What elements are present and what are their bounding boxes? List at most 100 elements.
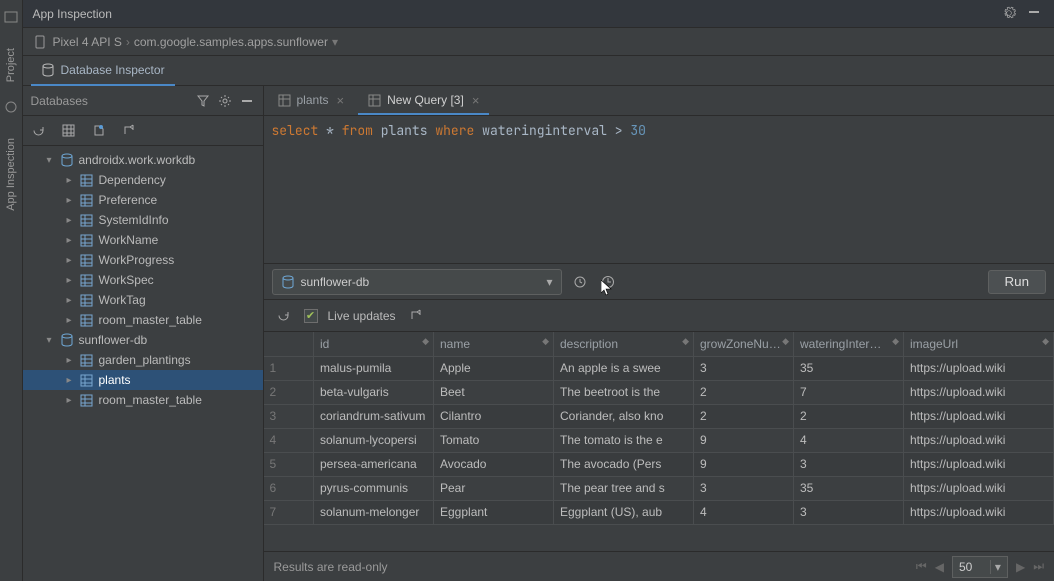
databases-sidebar: Databases ▾androidx.work.workdb▸Dependen…: [23, 86, 264, 581]
sidebar-header: Databases: [31, 94, 189, 108]
table-icon: [368, 94, 387, 107]
close-icon[interactable]: ×: [472, 93, 480, 108]
table-node[interactable]: ▸WorkProgress: [23, 250, 263, 270]
rail-inspection-label[interactable]: App Inspection: [5, 138, 17, 211]
db-node[interactable]: ▾androidx.work.workdb: [23, 150, 263, 170]
table-grid-icon[interactable]: [61, 123, 77, 139]
refresh-icon[interactable]: [31, 123, 47, 139]
sort-icon: ◆: [422, 336, 429, 347]
db-node[interactable]: ▾sunflower-db: [23, 330, 263, 350]
results-table: id◆name◆description◆growZoneNu…◆watering…: [264, 332, 1054, 525]
column-header[interactable]: description◆: [554, 332, 694, 356]
mouse-cursor-icon: [601, 280, 613, 296]
export-icon[interactable]: [121, 123, 137, 139]
column-header[interactable]: name◆: [434, 332, 554, 356]
inspection-icon[interactable]: [4, 100, 18, 114]
query-editor[interactable]: select * from plants where wateringinter…: [264, 116, 1054, 264]
table-row[interactable]: 2beta-vulgarisBeetThe beetroot is the27h…: [264, 380, 1054, 404]
minimize-icon[interactable]: [1028, 6, 1044, 22]
sort-icon: ◆: [892, 336, 899, 347]
column-header[interactable]: growZoneNu…◆: [694, 332, 794, 356]
editor-tab[interactable]: New Query [3]×: [358, 87, 489, 115]
table-icon: [79, 214, 95, 227]
refresh-icon[interactable]: [274, 306, 294, 326]
editor-tab[interactable]: plants×: [268, 87, 355, 115]
window-title: App Inspection: [33, 7, 993, 21]
table-node[interactable]: ▸WorkSpec: [23, 270, 263, 290]
status-text: Results are read-only: [274, 560, 916, 574]
breadcrumb-app: com.google.samples.apps.sunflower: [134, 35, 328, 49]
table-icon: [79, 234, 95, 247]
chevron-down-icon: ▾: [546, 275, 552, 289]
table-node[interactable]: ▸WorkName: [23, 230, 263, 250]
table-row[interactable]: 1malus-pumilaAppleAn apple is a swee335h…: [264, 356, 1054, 380]
table-icon: [79, 374, 95, 387]
gear-icon[interactable]: [217, 93, 233, 109]
database-icon: [59, 333, 75, 347]
table-node[interactable]: ▸plants: [23, 370, 263, 390]
table-row[interactable]: 5persea-americanaAvocadoThe avocado (Per…: [264, 452, 1054, 476]
filter-icon[interactable]: [195, 93, 211, 109]
table-node[interactable]: ▸room_master_table: [23, 310, 263, 330]
first-page-button[interactable]: ⏮: [916, 559, 927, 574]
schedule-icon[interactable]: [598, 272, 618, 292]
sort-icon: ◆: [542, 336, 549, 347]
sort-icon: ◆: [782, 336, 789, 347]
database-icon: [41, 63, 55, 77]
results-footer: Results are read-only ⏮ ◀ 50 ▾ ▶ ⏭: [264, 551, 1054, 581]
database-icon: [59, 153, 75, 167]
table-row[interactable]: 7solanum-melongerEggplantEggplant (US), …: [264, 500, 1054, 524]
table-icon: [79, 174, 95, 187]
breadcrumb[interactable]: Pixel 4 API S › com.google.samples.apps.…: [23, 28, 1054, 56]
page-size-select[interactable]: 50 ▾: [952, 556, 1008, 578]
table-node[interactable]: ▸room_master_table: [23, 390, 263, 410]
keep-open-icon[interactable]: [91, 123, 107, 139]
collapse-icon[interactable]: [239, 93, 255, 109]
column-header[interactable]: id◆: [314, 332, 434, 356]
content-pane: plants×New Query [3]× select * from plan…: [264, 86, 1054, 581]
column-header[interactable]: wateringInter…◆: [794, 332, 904, 356]
history-icon[interactable]: [570, 272, 590, 292]
table-icon: [79, 294, 95, 307]
sort-icon: ◆: [1042, 336, 1049, 347]
gear-icon[interactable]: [1002, 6, 1018, 22]
table-icon: [79, 194, 95, 207]
database-selector[interactable]: sunflower-db ▾: [272, 269, 562, 295]
tab-database-inspector[interactable]: Database Inspector: [31, 56, 175, 86]
table-icon: [79, 354, 95, 367]
table-row[interactable]: 3coriandrum-sativumCilantroCoriander, al…: [264, 404, 1054, 428]
table-icon: [79, 254, 95, 267]
next-page-button[interactable]: ▶: [1016, 560, 1025, 574]
table-row[interactable]: 6pyrus-communisPearThe pear tree and s33…: [264, 476, 1054, 500]
table-icon: [278, 94, 297, 107]
column-header[interactable]: imageUrl◆: [904, 332, 1054, 356]
device-icon: [33, 35, 47, 49]
run-button[interactable]: Run: [988, 270, 1046, 294]
tool-rail: Project App Inspection: [0, 0, 23, 581]
project-icon[interactable]: [4, 10, 18, 24]
prev-page-button[interactable]: ◀: [935, 560, 944, 574]
export-icon[interactable]: [406, 306, 426, 326]
table-icon: [79, 274, 95, 287]
last-page-button[interactable]: ⏭: [1033, 559, 1044, 574]
database-icon: [281, 275, 295, 289]
table-icon: [79, 394, 95, 407]
chevron-down-icon[interactable]: ▾: [332, 35, 338, 49]
table-node[interactable]: ▸SystemIdInfo: [23, 210, 263, 230]
live-updates-checkbox[interactable]: ✔: [304, 309, 318, 323]
results-table-wrap[interactable]: id◆name◆description◆growZoneNu…◆watering…: [264, 332, 1054, 551]
inspector-tabs: Database Inspector: [23, 56, 1054, 86]
titlebar: App Inspection: [23, 0, 1054, 28]
editor-tabs: plants×New Query [3]×: [264, 86, 1054, 116]
rail-project-label[interactable]: Project: [5, 48, 17, 82]
table-node[interactable]: ▸Dependency: [23, 170, 263, 190]
table-node[interactable]: ▸garden_plantings: [23, 350, 263, 370]
table-row[interactable]: 4solanum-lycopersiTomatoThe tomato is th…: [264, 428, 1054, 452]
close-icon[interactable]: ×: [337, 93, 345, 108]
breadcrumb-device: Pixel 4 API S: [53, 35, 122, 49]
table-node[interactable]: ▸WorkTag: [23, 290, 263, 310]
pager: ⏮ ◀ 50 ▾ ▶ ⏭: [916, 556, 1044, 578]
table-node[interactable]: ▸Preference: [23, 190, 263, 210]
database-tree[interactable]: ▾androidx.work.workdb▸Dependency▸Prefere…: [23, 146, 263, 581]
sort-icon: ◆: [682, 336, 689, 347]
